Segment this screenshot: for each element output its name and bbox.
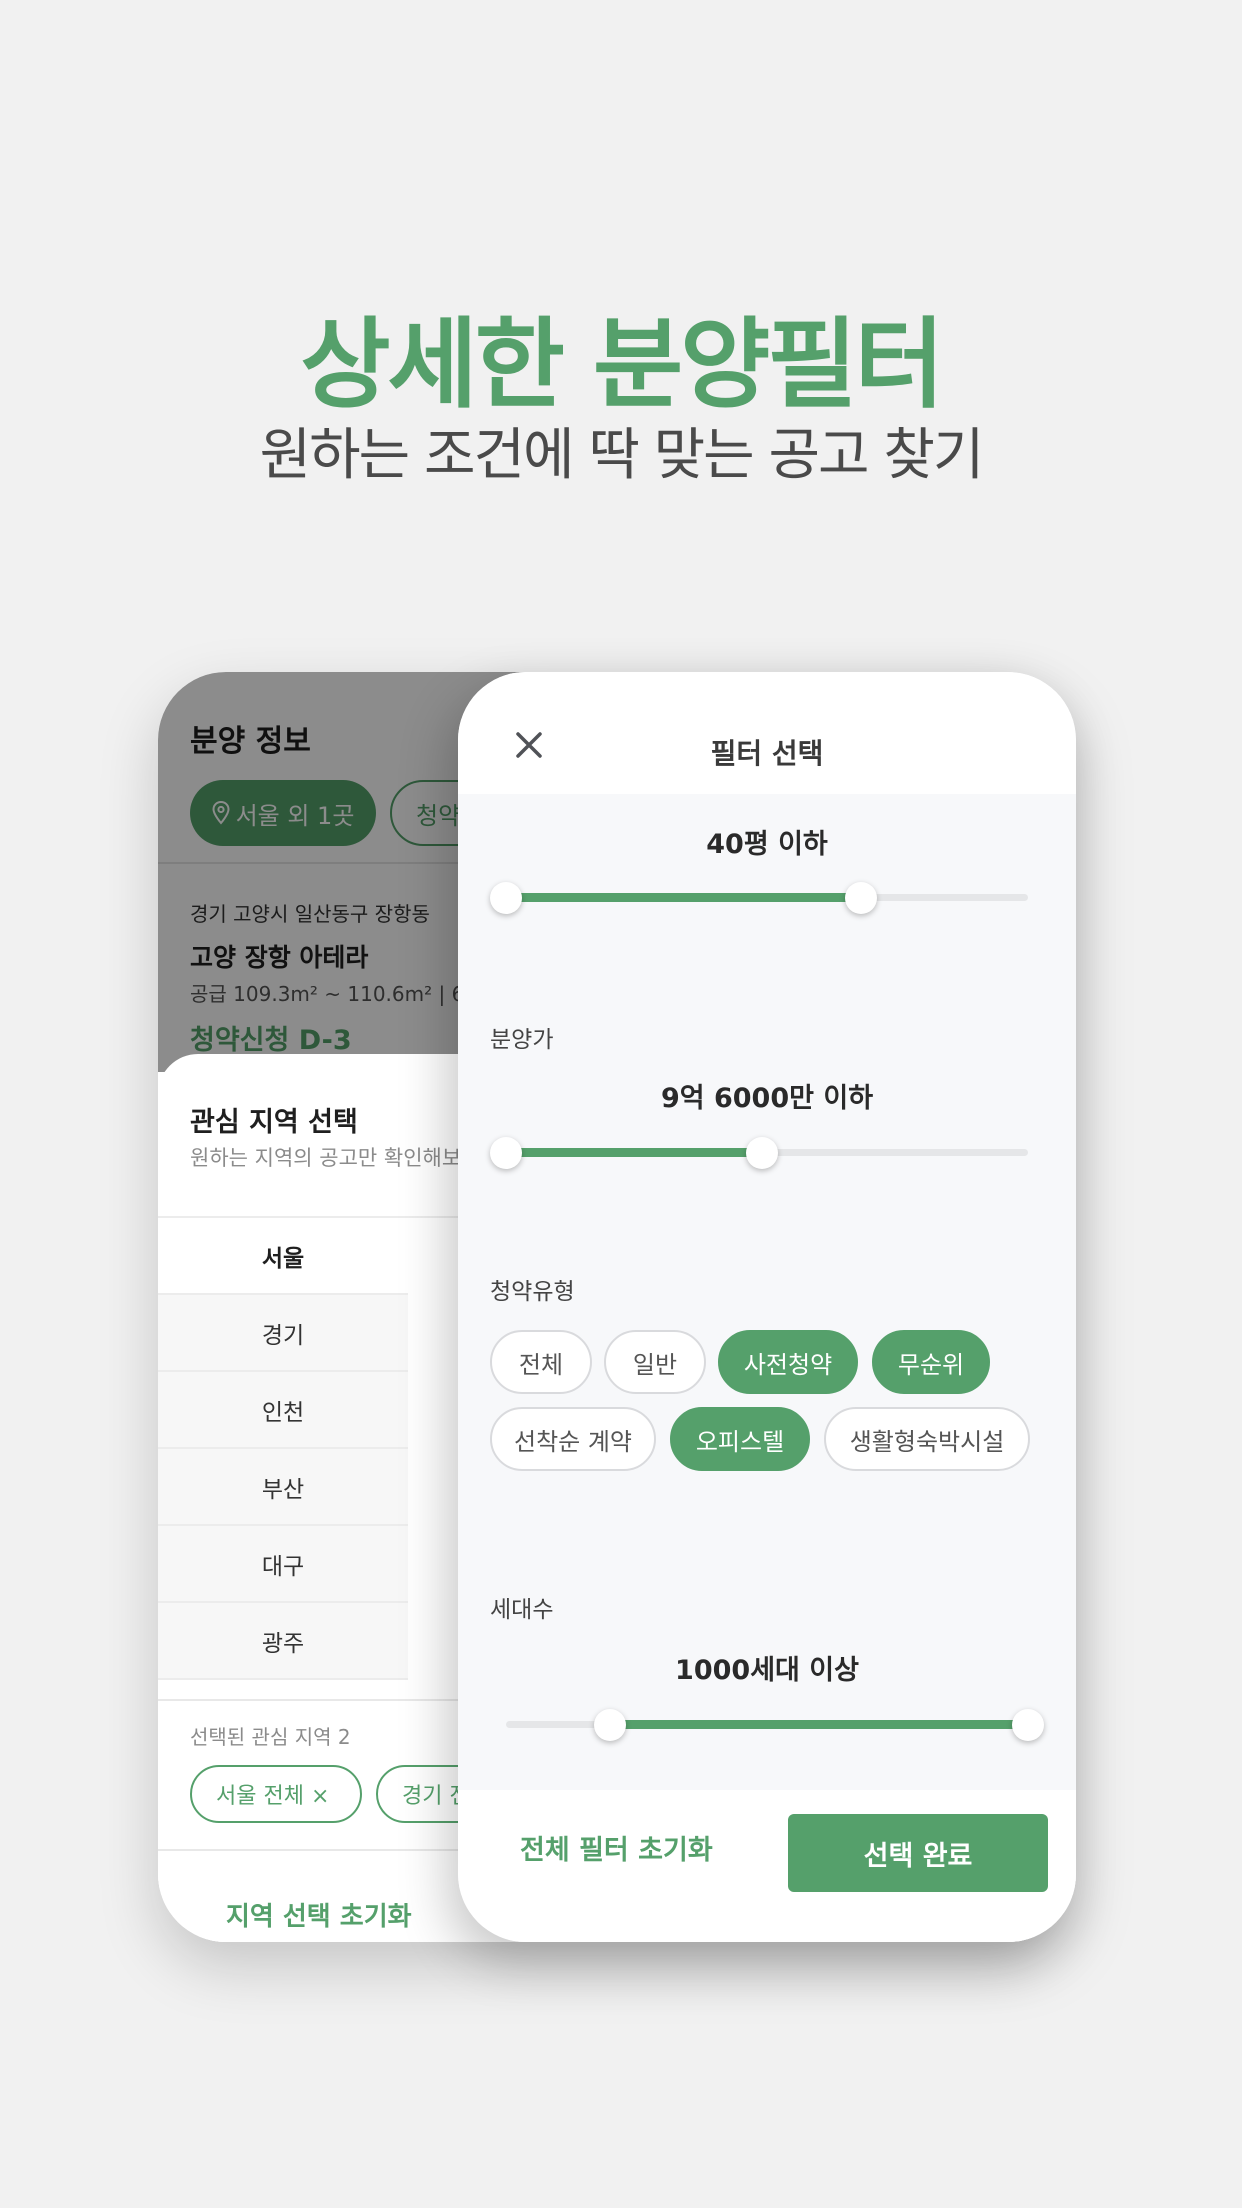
region-list: 서울 경기 인천 부산 대구 광주 xyxy=(158,1218,408,1680)
region-item-gyeonggi[interactable]: 경기 xyxy=(158,1295,408,1372)
region-item-busan[interactable]: 부산 xyxy=(158,1449,408,1526)
type-label: 청약유형 xyxy=(490,1279,575,1305)
selected-region-chip[interactable]: 서울 전체 × xyxy=(190,1765,362,1823)
type-chip-all[interactable]: 전체 xyxy=(490,1330,592,1394)
price-slider[interactable] xyxy=(490,1136,1028,1169)
area-slider-max-handle[interactable] xyxy=(844,881,877,914)
filter-panel-header: 필터 선택 xyxy=(458,672,1076,794)
region-reset-button[interactable]: 지역 선택 초기화 xyxy=(226,1896,412,1933)
type-chip-first-come[interactable]: 선착순 계약 xyxy=(490,1407,656,1471)
price-value: 9억 6000만 이하 xyxy=(660,1083,874,1114)
area-slider-fill xyxy=(506,893,861,902)
type-chip-general[interactable]: 일반 xyxy=(604,1330,706,1394)
price-label: 분양가 xyxy=(490,1027,554,1053)
price-slider-min-handle[interactable] xyxy=(490,1136,522,1169)
area-value: 40평 이하 xyxy=(706,829,828,860)
region-sheet-title: 관심 지역 선택 xyxy=(190,1107,358,1138)
filter-panel: 필터 선택 40평 이하 분양가 9억 6000만 이하 청약유형 전체 일반 … xyxy=(458,672,1076,1942)
type-chip-officetel[interactable]: 오피스텔 xyxy=(670,1407,810,1471)
reset-all-filters-button[interactable]: 전체 필터 초기화 xyxy=(520,1828,713,1867)
region-item-seoul[interactable]: 서울 xyxy=(158,1218,408,1295)
filter-panel-title: 필터 선택 xyxy=(710,737,824,770)
type-chip-no-rank[interactable]: 무순위 xyxy=(872,1330,990,1394)
price-slider-max-handle[interactable] xyxy=(745,1136,778,1169)
households-slider[interactable] xyxy=(506,1708,1044,1741)
region-item-gwangju[interactable]: 광주 xyxy=(158,1603,408,1680)
hero-subtitle: 원하는 조건에 딱 맞는 공고 찾기 xyxy=(259,423,985,488)
filter-panel-footer: 전체 필터 초기화 선택 완료 xyxy=(458,1790,1076,1942)
type-chip-residence-hotel[interactable]: 생활형숙박시설 xyxy=(824,1407,1030,1471)
price-slider-fill xyxy=(506,1148,762,1157)
region-item-incheon[interactable]: 인천 xyxy=(158,1372,408,1449)
households-label: 세대수 xyxy=(490,1597,554,1623)
type-chip-pre-subscription[interactable]: 사전청약 xyxy=(718,1330,858,1394)
households-slider-min-handle[interactable] xyxy=(594,1708,627,1741)
area-slider-min-handle[interactable] xyxy=(490,881,522,914)
selected-regions-label: 선택된 관심 지역 2 xyxy=(190,1725,351,1749)
households-value: 1000세대 이상 xyxy=(675,1655,859,1686)
hero-title: 상세한 분양필터 xyxy=(300,308,944,422)
area-slider[interactable] xyxy=(490,881,1028,914)
done-button[interactable]: 선택 완료 xyxy=(788,1814,1048,1892)
region-sheet-description: 원하는 지역의 공고만 확인해보 xyxy=(190,1146,462,1170)
households-slider-max-handle[interactable] xyxy=(1012,1708,1044,1741)
households-slider-fill xyxy=(610,1720,1028,1729)
region-item-daegu[interactable]: 대구 xyxy=(158,1526,408,1603)
